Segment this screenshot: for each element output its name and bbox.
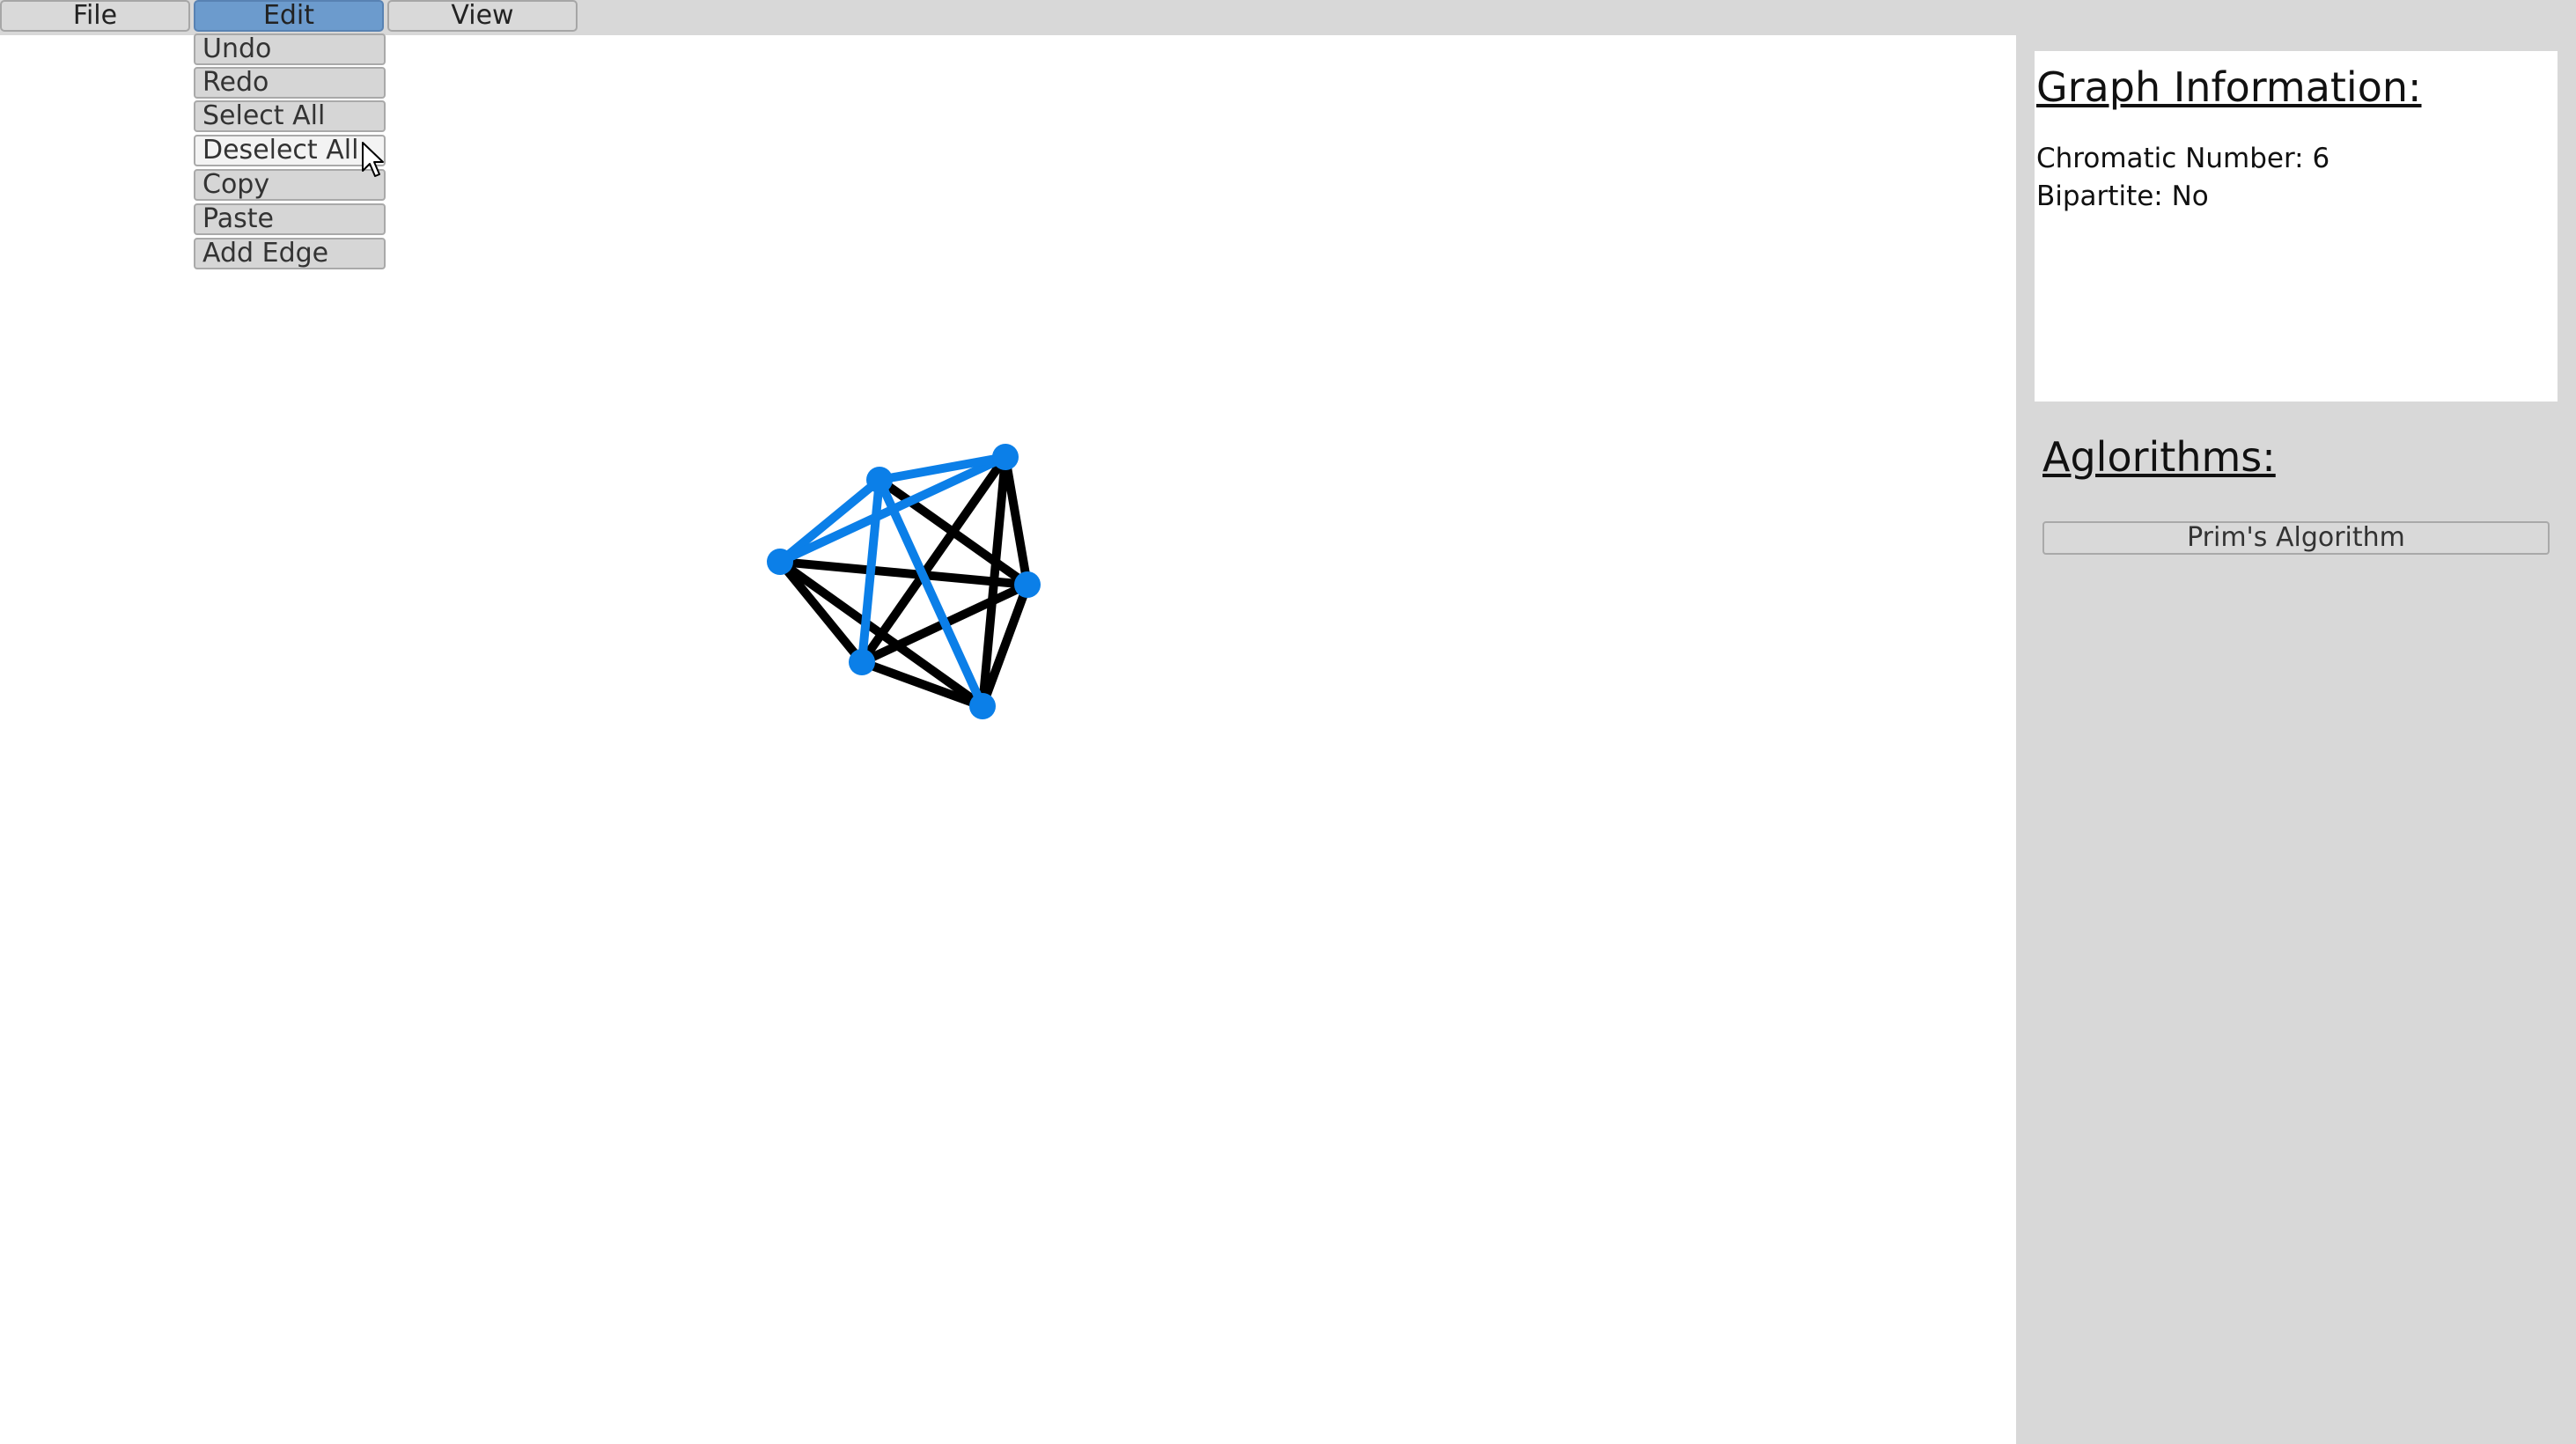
- graph-info-title: Graph Information:: [2036, 63, 2422, 111]
- menu-file[interactable]: File: [0, 0, 190, 32]
- graph-node-a[interactable]: [767, 549, 793, 575]
- menu-edit[interactable]: Edit: [194, 0, 384, 32]
- graph-node-f[interactable]: [969, 693, 996, 719]
- menu-item-copy[interactable]: Copy: [194, 169, 386, 201]
- menu-item-paste[interactable]: Paste: [194, 203, 386, 235]
- graph-info-box: Graph Information: Chromatic Number: 6 B…: [2035, 51, 2558, 402]
- menu-item-select-all[interactable]: Select All: [194, 100, 386, 132]
- algorithms-title: Aglorithms:: [2042, 433, 2276, 481]
- menu-item-undo[interactable]: Undo: [194, 33, 386, 65]
- chromatic-number-text: Chromatic Number: 6: [2036, 143, 2330, 174]
- graph-node-b[interactable]: [866, 467, 893, 493]
- graph-node-e[interactable]: [849, 649, 875, 675]
- menu-item-deselect-all[interactable]: Deselect All: [194, 135, 386, 166]
- graph-node-d[interactable]: [1014, 571, 1041, 598]
- bipartite-text: Bipartite: No: [2036, 180, 2209, 212]
- prims-algorithm-button[interactable]: Prim's Algorithm: [2042, 521, 2550, 555]
- menu-item-add-edge[interactable]: Add Edge: [194, 238, 386, 269]
- menu-item-redo[interactable]: Redo: [194, 67, 386, 99]
- side-panel: Graph Information: Chromatic Number: 6 B…: [2016, 35, 2576, 1444]
- graph-node-c[interactable]: [992, 444, 1019, 470]
- graph-edge-c-d[interactable]: [1001, 453, 1032, 589]
- menu-bar: File Edit View: [0, 0, 2576, 35]
- mouse-cursor-icon: [362, 142, 384, 177]
- menu-view[interactable]: View: [387, 0, 578, 32]
